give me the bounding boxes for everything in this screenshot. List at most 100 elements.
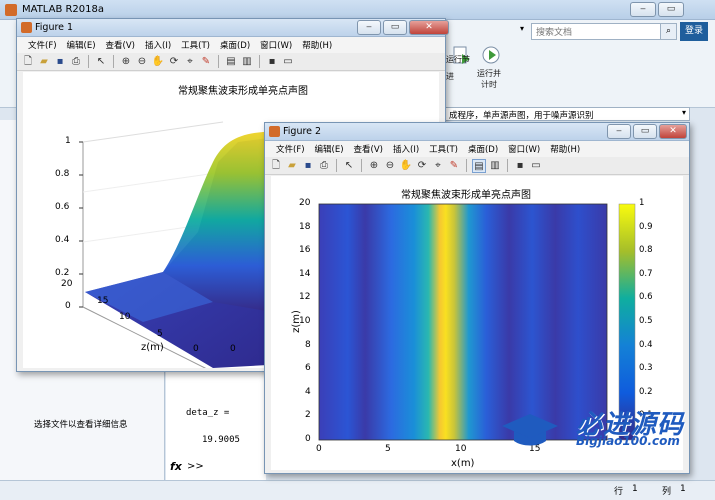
hide-plot-tools-icon[interactable]: ▪ <box>265 55 279 69</box>
brush-icon[interactable]: ✎ <box>199 55 213 69</box>
menu-edit[interactable]: 编辑(E) <box>310 143 349 155</box>
menu-view[interactable]: 查看(V) <box>349 143 388 155</box>
row-value: 1 <box>632 484 638 494</box>
search-dropdown-icon[interactable]: ▾ <box>520 24 524 33</box>
menu-help[interactable]: 帮助(H) <box>545 143 585 155</box>
pan-icon[interactable]: ✋ <box>399 159 413 173</box>
figure1-close-button[interactable]: ✕ <box>409 20 449 35</box>
new-figure-icon[interactable]: 🗋 <box>269 159 283 173</box>
menu-edit[interactable]: 编辑(E) <box>62 39 101 51</box>
brush-icon[interactable]: ✎ <box>447 159 461 173</box>
status-bar: 行 1 列 1 <box>0 480 715 500</box>
zoom-in-icon[interactable]: ⊕ <box>367 159 381 173</box>
print-icon[interactable]: ⎙ <box>69 55 83 69</box>
data-cursor-icon[interactable]: ⌖ <box>183 55 197 69</box>
x-tick: 0 <box>316 444 322 454</box>
colorbar-tick: 0.8 <box>639 245 653 256</box>
menu-help[interactable]: 帮助(H) <box>297 39 337 51</box>
figure1-toolbar: 🗋 ▰ ▪ ⎙ ↖ ⊕ ⊖ ✋ ⟳ ⌖ ✎ ▤ ▥ ▪ ▭ <box>17 53 445 71</box>
figure2-minimize-button[interactable]: ‒ <box>607 124 631 139</box>
colorbar-tick: 0.3 <box>639 363 653 374</box>
zoom-in-icon[interactable]: ⊕ <box>119 55 133 69</box>
show-plot-tools-icon[interactable]: ▭ <box>529 159 543 173</box>
colorbar-tick: 0.7 <box>639 268 653 279</box>
figure1-minimize-button[interactable]: ‒ <box>357 20 381 35</box>
z-tick: 0 <box>65 301 71 311</box>
run-and-time-label[interactable]: 运行并 计时 <box>477 68 501 90</box>
figure2-maximize-button[interactable]: ▭ <box>633 124 657 139</box>
minimize-button[interactable]: ‒ <box>630 2 656 17</box>
fx-icon: fx <box>170 460 182 473</box>
pointer-icon[interactable]: ↖ <box>342 159 356 173</box>
y-tick: 10 <box>119 312 131 322</box>
figure1-menubar: 文件(F) 编辑(E) 查看(V) 插入(I) 工具(T) 桌面(D) 窗口(W… <box>17 37 445 53</box>
data-cursor-icon[interactable]: ⌖ <box>431 159 445 173</box>
menu-window[interactable]: 窗口(W) <box>255 39 297 51</box>
graduation-cap-icon <box>502 414 558 446</box>
open-file-icon[interactable]: ▰ <box>37 55 51 69</box>
save-icon[interactable]: ▪ <box>53 55 67 69</box>
figure2-close-button[interactable]: ✕ <box>659 124 687 139</box>
current-folder-path[interactable]: 成程序，单声源声图，用于噪声源识别 <box>445 107 690 121</box>
figure1-title: Figure 1 <box>35 22 74 33</box>
z-tick: 0.6 <box>55 202 70 212</box>
menu-file[interactable]: 文件(F) <box>271 143 310 155</box>
y-tick: 15 <box>97 296 109 306</box>
new-figure-icon[interactable]: 🗋 <box>21 55 35 69</box>
save-icon[interactable]: ▪ <box>301 159 315 173</box>
figure2-titlebar: Figure 2 ‒ ▭ ✕ <box>265 123 689 141</box>
figure2-menubar: 文件(F) 编辑(E) 查看(V) 插入(I) 工具(T) 桌面(D) 窗口(W… <box>265 141 689 157</box>
x-tick: 10 <box>455 444 467 454</box>
open-file-icon[interactable]: ▰ <box>285 159 299 173</box>
menu-tools[interactable]: 工具(T) <box>176 39 215 51</box>
figure1-maximize-button[interactable]: ▭ <box>383 20 407 35</box>
menu-view[interactable]: 查看(V) <box>101 39 140 51</box>
menu-insert[interactable]: 插入(I) <box>140 39 176 51</box>
colorbar-tick: 0.5 <box>639 316 653 326</box>
menu-desktop[interactable]: 桌面(D) <box>463 143 503 155</box>
zoom-out-icon[interactable]: ⊖ <box>383 159 397 173</box>
y-tick: 8 <box>305 339 311 350</box>
maximize-button[interactable]: ▭ <box>658 2 684 17</box>
main-window-title: MATLAB R2018a <box>22 4 105 15</box>
z-tick: 0.4 <box>55 235 70 245</box>
search-icon[interactable]: ⌕ <box>660 23 677 40</box>
figure-icon <box>21 22 32 33</box>
rotate-icon[interactable]: ⟳ <box>167 55 181 69</box>
menu-desktop[interactable]: 桌面(D) <box>215 39 255 51</box>
zoom-out-icon[interactable]: ⊖ <box>135 55 149 69</box>
advance-label[interactable]: 进 <box>446 71 454 82</box>
colorbar-icon[interactable]: ▥ <box>488 159 502 173</box>
menu-insert[interactable]: 插入(I) <box>388 143 424 155</box>
x-tick: 0 <box>230 344 236 354</box>
col-value: 1 <box>680 484 686 494</box>
pan-icon[interactable]: ✋ <box>151 55 165 69</box>
figure1-titlebar: Figure 1 ‒ ▭ ✕ <box>17 19 449 37</box>
hide-plot-tools-icon[interactable]: ▪ <box>513 159 527 173</box>
colorbar-tick: 0.6 <box>639 292 653 303</box>
menu-tools[interactable]: 工具(T) <box>424 143 463 155</box>
y-tick: 12 <box>299 292 311 303</box>
run-section-label[interactable]: 运行节 <box>446 54 470 65</box>
print-icon[interactable]: ⎙ <box>317 159 331 173</box>
login-button[interactable]: 登录 <box>680 22 708 41</box>
run-and-time-icon[interactable] <box>480 44 502 66</box>
command-prompt[interactable]: >> <box>187 461 204 472</box>
pointer-icon[interactable]: ↖ <box>94 55 108 69</box>
z-tick: 0.8 <box>55 169 70 179</box>
menu-file[interactable]: 文件(F) <box>23 39 62 51</box>
colorbar-tick: 0.4 <box>639 339 653 350</box>
row-label: 行 <box>614 487 624 497</box>
show-plot-tools-icon[interactable]: ▭ <box>281 55 295 69</box>
link-plot-icon[interactable]: ▤ <box>224 55 238 69</box>
rotate-icon[interactable]: ⟳ <box>415 159 429 173</box>
figure1-x-label: z(m) <box>141 342 164 353</box>
z-tick: 0.2 <box>55 268 70 278</box>
colorbar-icon[interactable]: ▥ <box>240 55 254 69</box>
colorbar-tick: 1 <box>639 198 645 208</box>
menu-window[interactable]: 窗口(W) <box>503 143 545 155</box>
path-dropdown-icon[interactable]: ▾ <box>682 108 686 117</box>
search-documentation-input[interactable] <box>531 23 677 40</box>
link-plot-icon[interactable]: ▤ <box>472 158 486 173</box>
command-output-var: deta_z = <box>186 408 230 418</box>
